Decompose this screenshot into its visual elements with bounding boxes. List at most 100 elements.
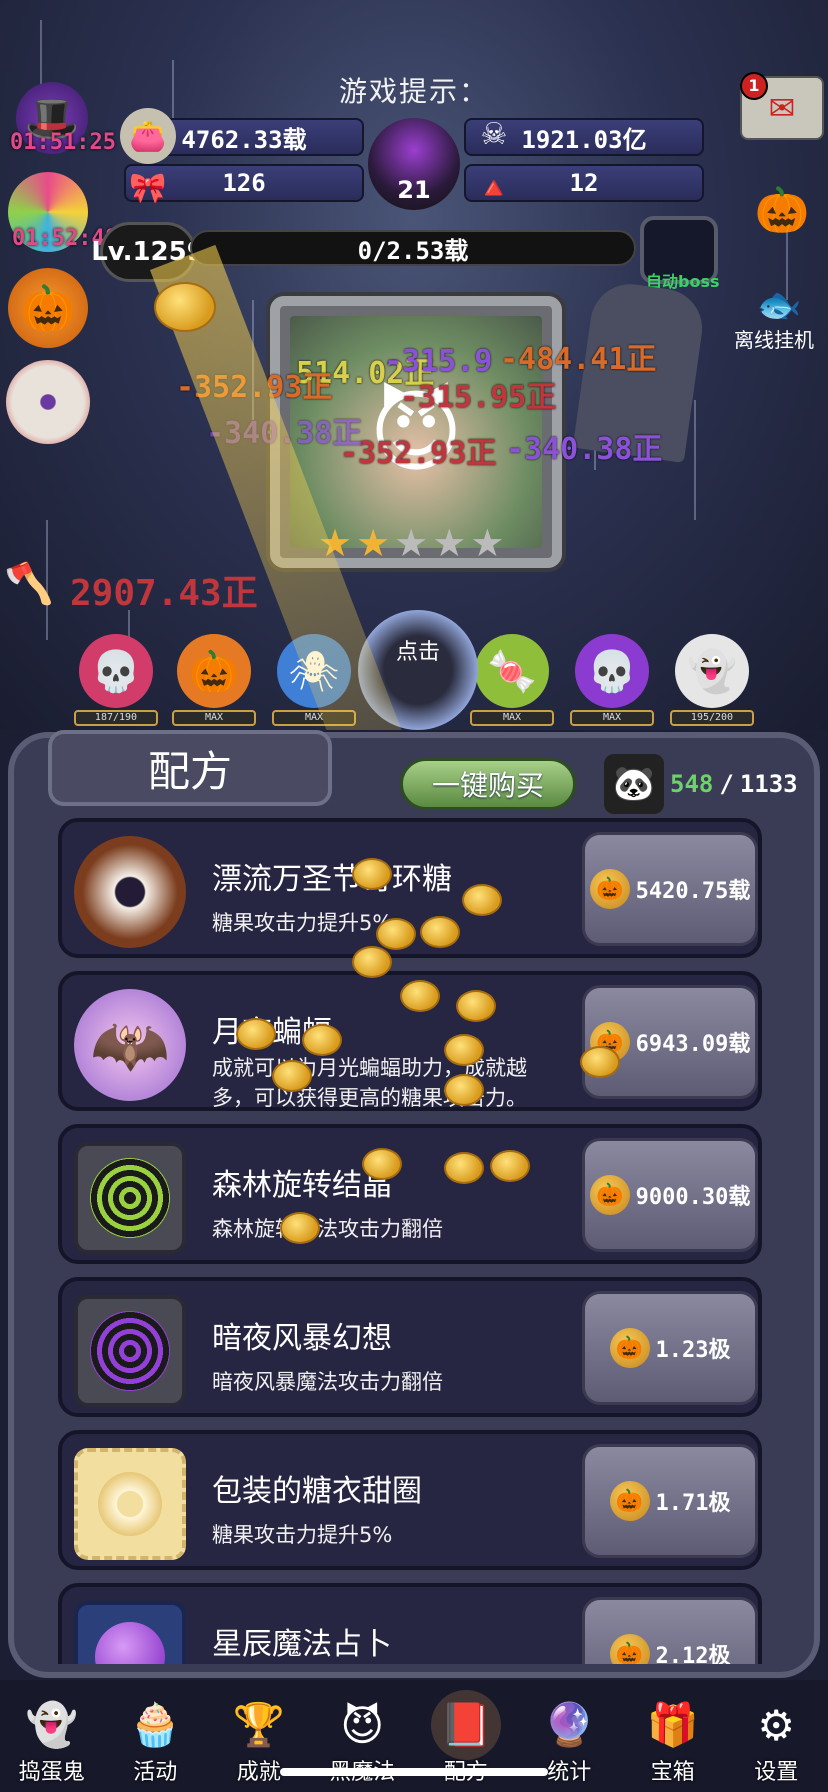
coin-icon bbox=[462, 884, 502, 916]
exp-bar: 0/2.53载 bbox=[190, 230, 636, 266]
nav-label: 宝箱 bbox=[650, 1760, 695, 1785]
game-scene[interactable]: 游戏提示： 4762.33载 👛 1921.03亿 ☠ 126 🎀 12 🔺 2… bbox=[0, 0, 828, 730]
coin-icon bbox=[376, 918, 416, 950]
recipe-row: 暗夜风暴幻想 暗夜风暴魔法攻击力翻倍 🎃 1.23极 bbox=[58, 1277, 762, 1417]
green-candy-icon: 🍬 bbox=[475, 634, 549, 708]
cauldron-button[interactable]: 21 bbox=[368, 118, 460, 210]
coin-icon bbox=[154, 282, 216, 332]
coin-icon bbox=[580, 1046, 620, 1078]
chest-icon: 🎁 bbox=[646, 1700, 699, 1749]
damage-number: -340.38正 bbox=[506, 432, 663, 467]
recipe-row: 森林旋转结晶 森林旋转魔法攻击力翻倍 🎃 9000.30载 bbox=[58, 1124, 762, 1264]
cupcake-icon: 🧁 bbox=[129, 1700, 182, 1749]
green-swirl-icon bbox=[74, 1142, 186, 1254]
coin-icon bbox=[352, 946, 392, 978]
tap-label: 点击 bbox=[395, 640, 440, 665]
panda-icon: 🐼 bbox=[604, 754, 664, 814]
candy-bag-icon: 👛 bbox=[120, 108, 176, 164]
buy-recipe-button[interactable]: 🎃 9000.30载 bbox=[582, 1138, 758, 1252]
buy-recipe-button[interactable]: 🎃 1.71极 bbox=[582, 1444, 758, 1558]
pumpkin-potion-icon: 🎃 bbox=[754, 185, 810, 236]
panel-title: 配方 bbox=[48, 730, 332, 806]
recipe-price: 2.12极 bbox=[655, 1644, 731, 1664]
offline-label: 离线挂机 bbox=[734, 328, 814, 352]
bat-moon-icon: 🦇 bbox=[74, 989, 186, 1101]
skull-potion-icon: ☠ bbox=[480, 116, 508, 152]
skull-bow-icon: 🎀 bbox=[129, 170, 167, 206]
boss-stars: ★ ★ ★ ★ ★ bbox=[318, 524, 504, 562]
nav-label: 捣蛋鬼 bbox=[18, 1760, 85, 1785]
ghost-minion-icon: 👻 bbox=[675, 634, 749, 708]
damage-number: -352.93正 bbox=[340, 436, 497, 471]
envelope-icon: ✉ bbox=[768, 89, 796, 127]
pink-skull-icon: 💀 bbox=[79, 634, 153, 708]
minion-ghost[interactable]: 👻 195/200 bbox=[670, 634, 754, 726]
minion-pumpkin[interactable]: 🎃 MAX bbox=[172, 634, 256, 726]
home-indicator[interactable] bbox=[280, 1768, 548, 1776]
buy-all-button[interactable]: 一键购买 bbox=[400, 758, 576, 810]
buy-recipe-button[interactable]: 🎃 1.23极 bbox=[582, 1291, 758, 1405]
coin-icon bbox=[352, 858, 392, 890]
pumpkin-coin-icon: 🎃 bbox=[609, 1634, 650, 1664]
ghost-icon: 👻 bbox=[25, 1700, 78, 1749]
coin-icon bbox=[456, 990, 496, 1022]
buy-recipe-button[interactable]: 🎃 2.12极 bbox=[582, 1597, 758, 1664]
book-icon: 📕 bbox=[430, 1690, 501, 1760]
pumpkin-minion-icon: 🎃 bbox=[177, 634, 251, 708]
demon-icon: 😈 bbox=[340, 1700, 385, 1750]
recipe-desc: 暗夜风暴魔法攻击力翻倍 bbox=[212, 1370, 443, 1394]
minion-cap: MAX bbox=[470, 710, 554, 726]
recipe-price: 1.23极 bbox=[655, 1338, 731, 1363]
minion-purple-skull[interactable]: 💀 MAX bbox=[570, 634, 654, 726]
recipe-title: 星辰魔法占卜 bbox=[212, 1627, 392, 1662]
minion-cap: MAX bbox=[570, 710, 654, 726]
damage-number: -315.95正 bbox=[400, 380, 557, 415]
recipe-progress: 🐼 548 / 1133 bbox=[604, 754, 798, 814]
coin-icon bbox=[444, 1034, 484, 1066]
coin-icon bbox=[236, 1018, 276, 1050]
pumpkin-coin-icon: 🎃 bbox=[589, 1175, 630, 1215]
nav-label: 活动 bbox=[133, 1760, 178, 1785]
minion-cap: 195/200 bbox=[670, 710, 754, 726]
buy-recipe-button[interactable]: 🎃 6943.09载 bbox=[582, 985, 758, 1099]
axe-icon: 🪓 bbox=[4, 561, 54, 607]
nav-chest[interactable]: 🎁 宝箱 bbox=[621, 1680, 725, 1792]
coin-icon bbox=[420, 916, 460, 948]
nav-label: 设置 bbox=[754, 1760, 799, 1785]
purple-swirl-icon bbox=[74, 1295, 186, 1407]
count-separator: / bbox=[719, 770, 734, 798]
coin-icon bbox=[400, 980, 440, 1012]
nav-events[interactable]: 🧁 活动 bbox=[104, 1680, 208, 1792]
coin-icon bbox=[302, 1024, 342, 1056]
pumpkin-button[interactable]: 🎃 bbox=[8, 268, 88, 348]
fish-bone-icon: 🐟 bbox=[756, 285, 802, 326]
recipe-title: 漂流万圣节奇环糖 bbox=[212, 862, 452, 897]
recipe-price: 6943.09载 bbox=[635, 1032, 751, 1057]
hat-timer: 01:51:25 bbox=[10, 130, 116, 155]
total-count: 1133 bbox=[739, 770, 798, 798]
recipe-price: 9000.30载 bbox=[635, 1185, 751, 1210]
candy-corn-icon: 🔺 bbox=[475, 170, 513, 206]
coin-icon bbox=[272, 1060, 312, 1092]
recipe-desc: 森林旋转魔法攻击力翻倍 bbox=[212, 1217, 443, 1241]
star-icon: ★ bbox=[394, 521, 429, 565]
nav-settings[interactable]: ⚙ 设置 bbox=[725, 1680, 828, 1792]
game-tip-label: 游戏提示： bbox=[338, 75, 489, 108]
owned-count: 548 bbox=[670, 770, 714, 798]
pumpkin-potion-button[interactable]: 🎃 bbox=[744, 168, 820, 252]
coin-icon bbox=[444, 1152, 484, 1184]
buy-recipe-button[interactable]: 🎃 5420.75载 bbox=[582, 832, 758, 946]
mail-badge: 1 bbox=[740, 72, 768, 100]
minion-pink-skull[interactable]: 💀 187/190 bbox=[74, 634, 158, 726]
minion-green-candy[interactable]: 🍬 MAX bbox=[470, 634, 554, 726]
eyeball-button[interactable] bbox=[6, 360, 90, 444]
pumpkin-coin-icon: 🎃 bbox=[589, 869, 630, 909]
nav-troublemaker[interactable]: 👻 捣蛋鬼 bbox=[0, 1680, 104, 1792]
coin-icon bbox=[444, 1074, 484, 1106]
cauldron-level: 21 bbox=[397, 176, 431, 204]
minion-cap: MAX bbox=[172, 710, 256, 726]
pumpkin-coin-icon: 🎃 bbox=[609, 1481, 650, 1521]
coin-icon bbox=[280, 1212, 320, 1244]
trophy-icon: 🏆 bbox=[232, 1700, 285, 1749]
star-icon: ★ bbox=[356, 521, 391, 565]
